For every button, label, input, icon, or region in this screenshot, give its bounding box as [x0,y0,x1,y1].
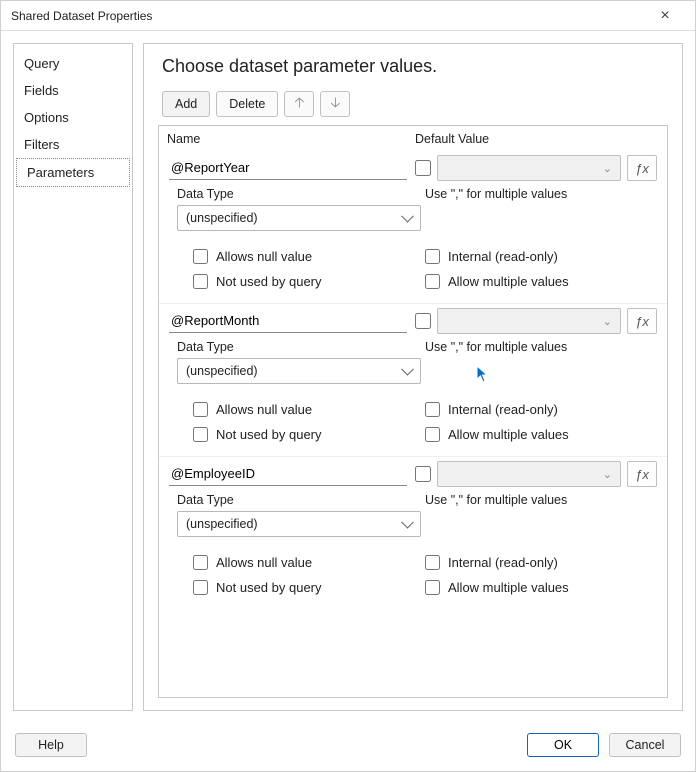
sidebar-item-filters[interactable]: Filters [14,131,132,158]
dialog-window: Shared Dataset Properties × Query Fields… [0,0,696,772]
column-header-name: Name [167,132,415,146]
allows-null-checkbox[interactable]: Allows null value [193,402,425,417]
arrow-up-icon: 🡡 [294,92,304,116]
data-type-label: Data Type [177,493,425,507]
dialog-footer: Help OK Cancel [1,723,695,771]
allow-multiple-checkbox[interactable]: Allow multiple values [425,427,657,442]
not-used-checkbox[interactable]: Not used by query [193,274,425,289]
parameter-name-input[interactable] [169,462,407,486]
page-title: Choose dataset parameter values. [158,56,668,77]
ok-button[interactable]: OK [527,733,599,757]
cancel-button[interactable]: Cancel [609,733,681,757]
chevron-down-icon: ⌄ [603,162,612,175]
data-type-value: (unspecified) [186,364,258,378]
sidebar-item-fields[interactable]: Fields [14,77,132,104]
allow-multiple-checkbox[interactable]: Allow multiple values [425,580,657,595]
chevron-down-icon: ⌄ [603,315,612,328]
sidebar-item-parameters[interactable]: Parameters [16,158,130,187]
data-type-value: (unspecified) [186,517,258,531]
arrow-down-icon: 🡣 [330,92,340,116]
parameter-name-input[interactable] [169,156,407,180]
add-button[interactable]: Add [162,91,210,117]
default-value-select[interactable]: ⌄ [437,461,621,487]
expression-button[interactable]: ƒx [627,155,657,181]
multiple-values-hint: Use "," for multiple values [425,187,657,201]
internal-checkbox[interactable]: Internal (read-only) [425,249,657,264]
default-value-enable-checkbox[interactable] [415,160,431,176]
toolbar: Add Delete 🡡 🡣 [158,91,668,117]
move-down-button[interactable]: 🡣 [320,91,350,117]
content-panel: Choose dataset parameter values. Add Del… [143,43,683,711]
not-used-checkbox[interactable]: Not used by query [193,427,425,442]
not-used-checkbox[interactable]: Not used by query [193,580,425,595]
expression-button[interactable]: ƒx [627,308,657,334]
internal-checkbox[interactable]: Internal (read-only) [425,555,657,570]
data-type-label: Data Type [177,340,425,354]
data-type-select[interactable]: (unspecified) [177,511,421,537]
allows-null-checkbox[interactable]: Allows null value [193,249,425,264]
allow-multiple-checkbox[interactable]: Allow multiple values [425,274,657,289]
column-headers: Name Default Value [159,126,667,150]
parameter-row: ⌄ ƒx Data Type (unspecified) Use "," for… [159,303,667,456]
default-value-enable-checkbox[interactable] [415,313,431,329]
default-value-enable-checkbox[interactable] [415,466,431,482]
chevron-down-icon: ⌄ [603,468,612,481]
allows-null-checkbox[interactable]: Allows null value [193,555,425,570]
parameters-list: Name Default Value ⌄ ƒx Data Type [158,125,668,698]
internal-checkbox[interactable]: Internal (read-only) [425,402,657,417]
parameter-row: ⌄ ƒx Data Type (unspecified) Use "," for… [159,150,667,303]
fx-icon: ƒx [635,314,649,329]
column-header-default-value: Default Value [415,132,659,146]
sidebar-item-options[interactable]: Options [14,104,132,131]
window-title: Shared Dataset Properties [11,9,645,23]
default-value-select[interactable]: ⌄ [437,308,621,334]
multiple-values-hint: Use "," for multiple values [425,493,657,507]
titlebar: Shared Dataset Properties × [1,1,695,31]
data-type-label: Data Type [177,187,425,201]
default-value-select[interactable]: ⌄ [437,155,621,181]
data-type-select[interactable]: (unspecified) [177,358,421,384]
data-type-select[interactable]: (unspecified) [177,205,421,231]
multiple-values-hint: Use "," for multiple values [425,340,657,354]
parameter-name-input[interactable] [169,309,407,333]
dialog-body: Query Fields Options Filters Parameters … [1,31,695,723]
parameter-row: ⌄ ƒx Data Type (unspecified) Use "," for… [159,456,667,609]
sidebar-item-query[interactable]: Query [14,50,132,77]
fx-icon: ƒx [635,161,649,176]
data-type-value: (unspecified) [186,211,258,225]
move-up-button[interactable]: 🡡 [284,91,314,117]
sidebar: Query Fields Options Filters Parameters [13,43,133,711]
close-icon[interactable]: × [645,7,685,25]
fx-icon: ƒx [635,467,649,482]
help-button[interactable]: Help [15,733,87,757]
expression-button[interactable]: ƒx [627,461,657,487]
delete-button[interactable]: Delete [216,91,278,117]
